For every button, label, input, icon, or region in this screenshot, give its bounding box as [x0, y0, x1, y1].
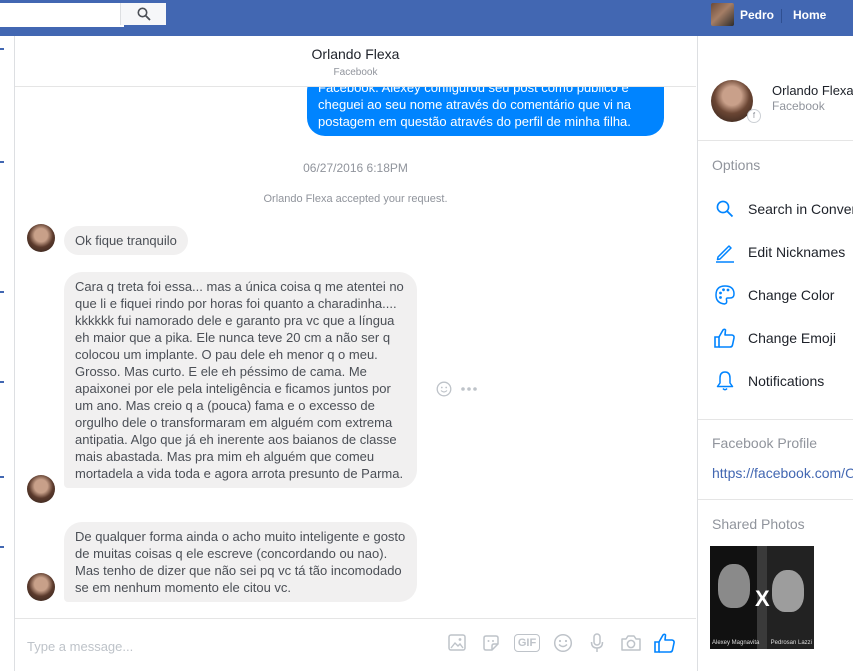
option-label: Search in Conversation: [748, 201, 853, 217]
facebook-badge-icon: f: [747, 109, 761, 123]
camera-icon: [621, 635, 641, 651]
photo-caption: Alexey Magnavita: [712, 640, 760, 646]
option-label: Change Color: [748, 287, 835, 303]
photo-x-mark: X: [755, 586, 770, 611]
user-avatar[interactable]: [711, 3, 734, 26]
photo-face: [718, 564, 750, 608]
palette-icon: [712, 282, 738, 308]
search-button[interactable]: [120, 3, 166, 25]
photo-caption: Pedrosan Lazzi: [770, 640, 812, 646]
contact-avatar[interactable]: [27, 573, 55, 601]
home-link[interactable]: Home: [793, 8, 826, 22]
send-like-button[interactable]: [653, 631, 677, 655]
sticker-button[interactable]: [479, 631, 503, 655]
option-label: Change Emoji: [748, 330, 836, 346]
message-actions: [436, 381, 478, 397]
message-timestamp: 06/27/2016 6:18PM: [303, 161, 408, 175]
emoji-button[interactable]: [551, 631, 575, 655]
voice-clip-button[interactable]: [585, 631, 609, 655]
contact-avatar[interactable]: [27, 475, 55, 503]
incoming-message[interactable]: Ok fique tranquilo: [64, 226, 188, 255]
thumbs-up-icon: [712, 325, 738, 351]
thumbs-up-icon: [654, 633, 675, 653]
facebook-profile-heading: Facebook Profile: [712, 435, 818, 451]
message-thread[interactable]: Facebook. Alexey configurou seu post com…: [15, 87, 696, 617]
photo-upload-button[interactable]: [445, 631, 469, 655]
rail-marker: [0, 476, 4, 478]
bell-icon: [712, 368, 738, 394]
notifications-option[interactable]: Notifications: [712, 368, 824, 394]
outgoing-message[interactable]: Facebook. Alexey configurou seu post com…: [307, 87, 664, 136]
shared-photos-heading: Shared Photos: [712, 516, 805, 532]
search-icon: [712, 196, 738, 222]
options-heading: Options: [712, 157, 761, 173]
conversation-title[interactable]: Orlando Flexa: [15, 46, 696, 62]
smiley-icon: [553, 633, 573, 653]
change-emoji-option[interactable]: Change Emoji: [712, 325, 836, 351]
microphone-icon: [590, 633, 604, 652]
option-label: Notifications: [748, 373, 825, 389]
message-input[interactable]: Type a message...: [27, 639, 133, 654]
incoming-message[interactable]: De qualquer forma ainda o acho muito int…: [64, 522, 417, 602]
shared-photo-thumbnail[interactable]: X Alexey Magnavita Pedrosan Lazzi: [710, 546, 814, 649]
image-icon: [448, 634, 466, 651]
conversation-list-edge[interactable]: [0, 36, 15, 671]
camera-button[interactable]: [619, 631, 643, 655]
rail-marker: [0, 291, 4, 293]
search-in-conversation-option[interactable]: Search in Conversation: [712, 196, 853, 222]
incoming-message[interactable]: Cara q treta foi essa... mas a única coi…: [64, 272, 417, 488]
pencil-icon: [712, 239, 738, 265]
divider: [698, 140, 853, 141]
photo-face: [772, 570, 804, 612]
conversation-details-panel: f Orlando Flexa Facebook Options Search …: [697, 36, 853, 671]
rail-marker: [0, 48, 4, 50]
user-name-link[interactable]: Pedro: [740, 8, 774, 22]
search-input[interactable]: [0, 3, 124, 27]
system-notice: Orlando Flexa accepted your request.: [263, 193, 448, 205]
search-icon: [137, 7, 151, 21]
contact-avatar[interactable]: [27, 224, 55, 252]
composer-toolbar: GIF: [445, 631, 677, 655]
divider: [698, 499, 853, 500]
contact-name[interactable]: Orlando Flexa: [772, 83, 853, 98]
nav-divider: [781, 9, 782, 23]
rail-marker: [0, 546, 4, 548]
sticker-icon: [483, 635, 499, 651]
message-composer[interactable]: Type a message... GIF: [15, 618, 696, 672]
profile-link[interactable]: https://facebook.com/O: [712, 465, 853, 481]
gif-label: GIF: [513, 634, 541, 652]
gif-button[interactable]: GIF: [513, 631, 541, 655]
rail-marker: [0, 161, 4, 163]
contact-source: Facebook: [772, 99, 825, 113]
more-options-icon[interactable]: [460, 386, 478, 392]
rail-marker: [0, 381, 4, 383]
conversation-subtitle: Facebook: [333, 67, 378, 78]
top-navigation-bar: Pedro Home: [0, 0, 853, 36]
option-label: Edit Nicknames: [748, 244, 846, 260]
divider: [698, 419, 853, 420]
conversation-header: Orlando Flexa Facebook: [15, 36, 696, 87]
edit-nicknames-option[interactable]: Edit Nicknames: [712, 239, 845, 265]
react-emoji-icon[interactable]: [436, 381, 452, 397]
change-color-option[interactable]: Change Color: [712, 282, 834, 308]
